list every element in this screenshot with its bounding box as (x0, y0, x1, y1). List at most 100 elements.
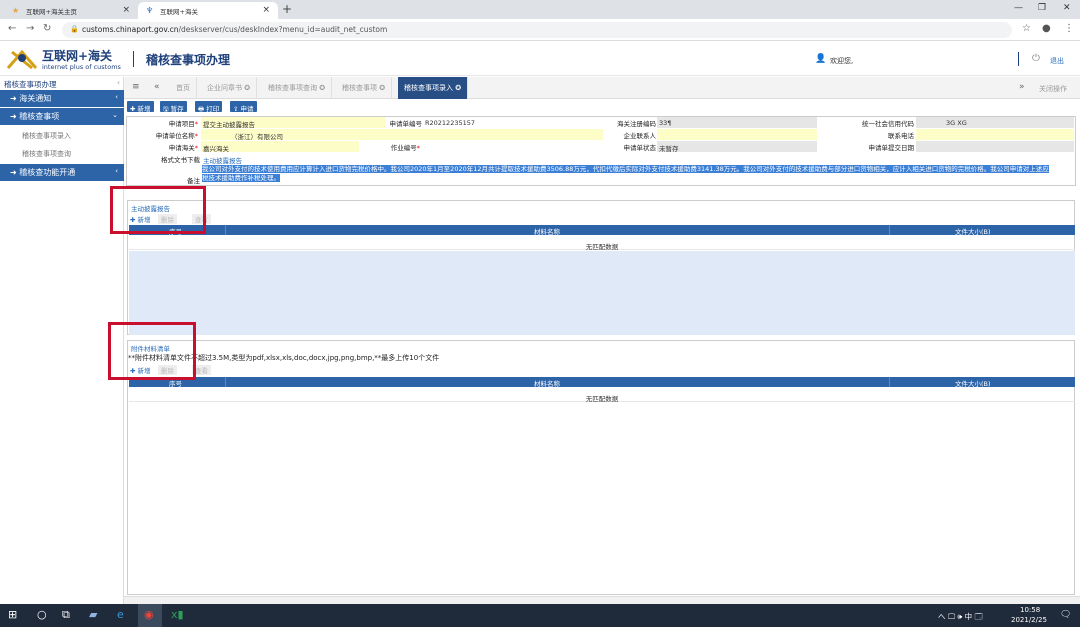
excel-icon[interactable]: x▮ (171, 608, 184, 621)
arrow-right-icon: ➜ (10, 168, 17, 177)
chevron-down-icon: ⌄ (112, 111, 118, 119)
sidebar-title: 稽核查事项办理 ‹ (0, 77, 124, 90)
tab-enterprise-letter[interactable]: 企业问章书 ✪ (201, 77, 258, 99)
col-material-name: 材料名称 (534, 228, 560, 236)
star-icon: ★ (12, 6, 20, 15)
legal-rep-label: 企业联系人 (623, 132, 657, 140)
windows-start-icon[interactable]: ⊞ (8, 608, 17, 621)
sidebar-item-label: 稽核查事项 (19, 112, 60, 121)
url-path: /deskserver/cus/deskIndex?menu_id=audit_… (178, 25, 388, 34)
arrow-right-icon: ➜ (10, 94, 17, 103)
sidebar-subitem-entry[interactable]: 稽核查事项录入 (22, 131, 71, 141)
chevron-left-icon: ‹ (115, 93, 118, 101)
back-icon[interactable]: ← (8, 23, 16, 34)
menu-toggle-icon[interactable]: ≡ (132, 82, 140, 92)
new-button[interactable]: ✚ 新增 (127, 101, 154, 113)
logout-link[interactable]: 退出 (1050, 56, 1064, 66)
double-left-icon[interactable]: « (154, 82, 160, 92)
notification-icon[interactable]: 🗨 (1060, 610, 1071, 620)
account-icon[interactable]: ● (1042, 23, 1051, 34)
sidebar-item-notice[interactable]: ➜ 海关通知 ‹ (0, 90, 124, 107)
remark-label: 备注 (187, 177, 200, 185)
save-button[interactable]: 🖫 暂存 (160, 101, 187, 113)
attachments-panel: 附件材料清单 **附件材料清单文件不超过3.5M,类型为pdf,xlsx,xls… (127, 340, 1075, 595)
credit-code-field: 3G XG (916, 117, 1074, 128)
close-icon[interactable]: × (122, 5, 130, 15)
restore-icon[interactable]: ❐ (1038, 3, 1046, 13)
print-button[interactable]: 🖶 打印 (195, 101, 223, 113)
tab-audit-entry[interactable]: 稽核查事项录入 ✪ (398, 77, 469, 99)
legal-rep-field[interactable] (657, 129, 817, 140)
task-view-icon[interactable]: ⧉ (62, 608, 70, 622)
page-title: 稽核查事项办理 (146, 53, 231, 67)
horizontal-scrollbar[interactable] (124, 596, 1080, 604)
welcome-text: 欢迎您, (830, 57, 854, 65)
apply-item-field[interactable]: 提交主动披露报告 (201, 117, 385, 129)
customs-select[interactable]: 嘉兴海关 (201, 141, 359, 153)
col-file-size: 文件大小(B) (955, 228, 991, 236)
sidebar-item-audit[interactable]: ➜ 稽核查事项 ⌄ (0, 108, 124, 125)
power-icon[interactable]: ⏻ (1032, 53, 1040, 64)
label-text: 申请单位名称 (155, 132, 195, 140)
close-window-icon[interactable]: ✕ (1063, 3, 1071, 13)
phone-field[interactable] (916, 129, 1074, 140)
edge-icon[interactable]: e (117, 608, 124, 621)
highlight-box (108, 322, 196, 380)
sidebar-subitem-query[interactable]: 稽核查事项查询 (22, 149, 71, 159)
arrow-right-icon: ➜ (10, 112, 17, 121)
collapse-icon[interactable]: ‹ (117, 78, 120, 87)
disclosure-report-panel: 主动披露报告 ✚ 新增 删除 查看 序号 材料名称 文件大小(B) 无匹配数据 (127, 200, 1075, 335)
browser-tab-home[interactable]: ★ 互联网+海关主页 × (4, 2, 138, 19)
divider (133, 51, 134, 67)
reg-code-field: 33¶ (657, 117, 817, 128)
tab-home[interactable]: 首页 (170, 77, 197, 99)
divider (1018, 52, 1019, 66)
submit-date-label: 申请单提交日期 (868, 144, 915, 152)
label-text: 申请项目 (168, 120, 195, 128)
credit-code-label: 统一社会信用代码 (862, 120, 914, 128)
clock-time[interactable]: 10:58 (1020, 606, 1040, 614)
close-ops-dropdown[interactable]: 关闭操作 (1039, 84, 1067, 94)
work-no-label: 作业编号* (390, 144, 420, 152)
app-header: 互联网+海关 internet plus of customs 稽核查事项办理 … (0, 42, 1080, 76)
tab-audit-item[interactable]: 稽核查事项 ✪ (336, 77, 393, 99)
search-icon[interactable]: ○ (37, 608, 47, 621)
close-icon[interactable]: × (262, 5, 270, 15)
minimize-icon[interactable]: — (1014, 3, 1023, 13)
clock-date[interactable]: 2021/2/25 (1011, 616, 1047, 624)
menu-dots-icon[interactable]: ⋮ (1064, 23, 1074, 34)
col-material-name: 材料名称 (534, 380, 560, 388)
system-tray[interactable]: へ 🖵 🕪 中 🗔 (938, 611, 983, 624)
sidebar: 稽核查事项办理 ‹ ➜ 海关通知 ‹ ➜ 稽核查事项 ⌄ 稽核查事项录入 稽核查… (0, 77, 124, 604)
reload-icon[interactable]: ↻ (43, 23, 51, 34)
apply-item-label: 申请项目* (168, 120, 198, 128)
url-input[interactable]: 🔒 customs.chinaport.gov.cn/deskserver/cu… (62, 22, 1012, 38)
browser-tab-title: 互联网+海关主页 (26, 8, 77, 16)
sidebar-item-enable[interactable]: ➜ 稽核查功能开通 ‹ (0, 164, 124, 181)
remark-textarea[interactable]: 我公司对外支付的技术使用费用应计算计入进口货物完税价格中。我公司2020年1月至… (202, 165, 1050, 185)
new-tab-icon[interactable]: + (282, 2, 292, 16)
work-no-field[interactable] (423, 141, 603, 152)
forward-icon[interactable]: → (26, 23, 34, 34)
page-tabs: ≡ « 首页 企业问章书 ✪ 稽核查事项查询 ✪ 稽核查事项 ✪ 稽核查事项录入… (124, 77, 1080, 99)
col-file-size: 文件大小(B) (955, 380, 991, 388)
apply-unit-field[interactable]: （浙江）有限公司 (201, 129, 603, 141)
tab-audit-query[interactable]: 稽核查事项查询 ✪ (262, 77, 333, 99)
taskbar: ⊞ ○ ⧉ ▰ e ◉ x▮ へ 🖵 🕪 中 🗔 10:58 2021/2/25… (0, 604, 1080, 627)
label-text: 申请海关 (168, 144, 195, 152)
double-right-icon[interactable]: » (1019, 82, 1025, 92)
bookmark-star-icon[interactable]: ☆ (1022, 23, 1031, 34)
remark-text: 我公司对外支付的技术使用费用应计算计入进口货物完税价格中。我公司2020年1月至… (202, 165, 1049, 182)
declare-button[interactable]: ⇪ 申请 (230, 101, 257, 113)
sidebar-title-text: 稽核查事项办理 (4, 80, 57, 89)
chrome-icon[interactable]: ◉ (144, 608, 154, 621)
customs-emblem-icon (6, 49, 38, 70)
file-explorer-icon[interactable]: ▰ (89, 608, 97, 621)
phone-label: 联系电话 (888, 132, 914, 140)
browser-tab-title: 互联网+海关 (160, 8, 198, 16)
leaf-icon: ♆ (146, 6, 154, 15)
template-download-link[interactable]: 主动披露报告 (201, 153, 401, 165)
customs-label: 申请海关* (168, 144, 198, 152)
sidebar-item-label: 海关通知 (19, 94, 52, 103)
browser-tab-active[interactable]: ♆ 互联网+海关 × (138, 2, 278, 19)
